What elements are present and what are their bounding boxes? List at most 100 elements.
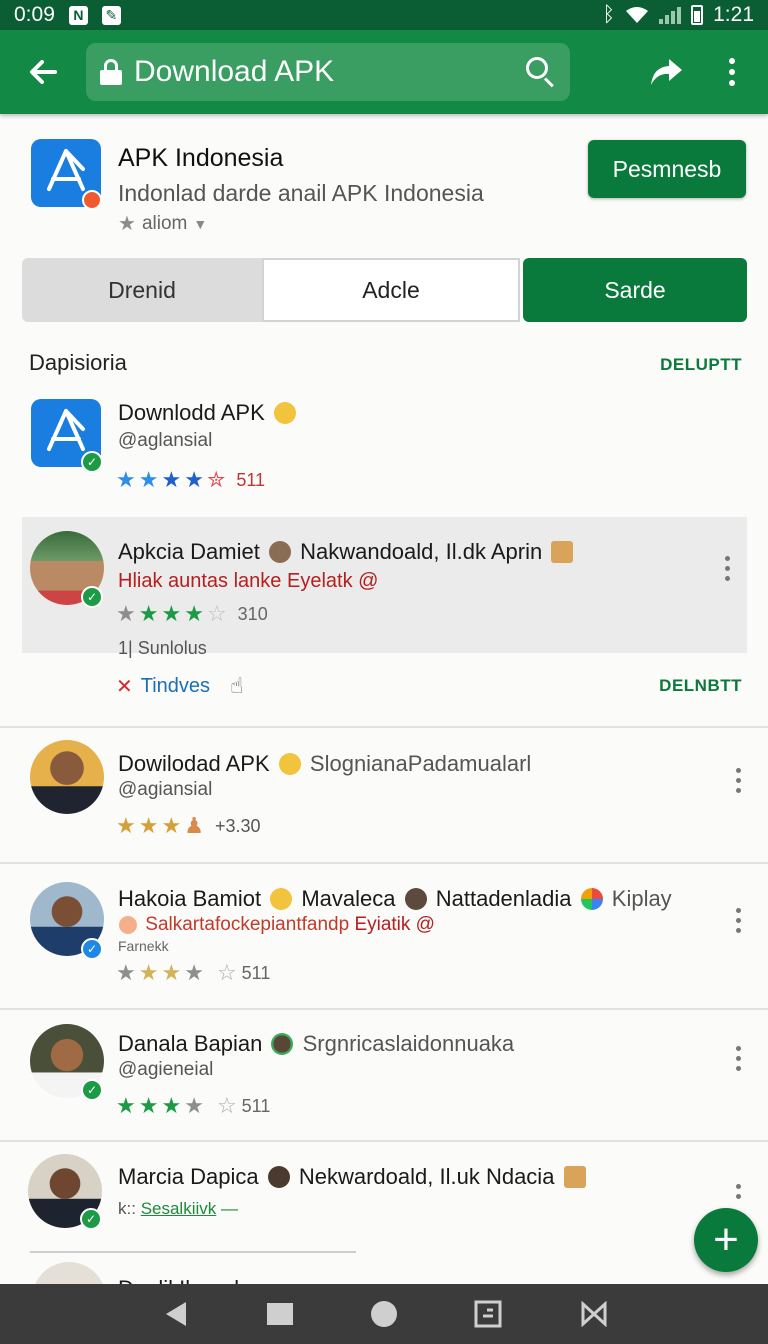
item-2-action-a[interactable]: Tindves bbox=[141, 675, 210, 698]
item-1-handle: @aglansial bbox=[118, 430, 213, 451]
circle-icon bbox=[371, 1301, 397, 1327]
user-avatar-icon bbox=[404, 888, 427, 910]
smile-emoji-icon bbox=[270, 888, 293, 910]
square-icon bbox=[267, 1303, 293, 1325]
thumbs-up-icon[interactable]: ☝ bbox=[230, 673, 243, 699]
star-icon: ★ bbox=[161, 601, 185, 626]
item-4-title-extra-3: Kiplay bbox=[611, 886, 672, 911]
item-6-meta: k:: bbox=[118, 1199, 136, 1218]
star-icon: ★ bbox=[116, 467, 139, 492]
star-icon: ★ bbox=[138, 813, 162, 838]
segment-1[interactable]: Drenid bbox=[22, 258, 262, 322]
item-5-title-extra: Srgnricaslaidonnuaka bbox=[302, 1031, 515, 1056]
status-time-left: 0:09 bbox=[14, 3, 55, 26]
star-icon: ★ bbox=[138, 1093, 162, 1118]
partial-divider bbox=[30, 1251, 356, 1253]
close-icon[interactable]: ✕ bbox=[116, 674, 133, 699]
nav-extra-button[interactable] bbox=[564, 1284, 624, 1344]
verified-badge-icon: ✓ bbox=[81, 451, 103, 473]
search-query[interactable]: Download APK bbox=[134, 55, 526, 89]
gift-emoji-icon bbox=[563, 1166, 586, 1188]
share-button[interactable] bbox=[640, 46, 692, 98]
item-2-title: Apkcia Damiet Nakwandoald, Il.dk Aprin bbox=[118, 539, 576, 565]
item-4-title-text: Hakoia Bamiot bbox=[118, 886, 262, 911]
star-icon: ★ bbox=[184, 960, 207, 985]
status-bar: 0:09 N ✎ ᛒ 1:21 bbox=[0, 0, 768, 30]
wifi-icon bbox=[626, 7, 649, 23]
segment-3-active[interactable]: Sarde bbox=[523, 258, 747, 322]
divider bbox=[0, 862, 768, 864]
flower-icon bbox=[580, 888, 603, 910]
smile-emoji-icon bbox=[273, 402, 296, 424]
item-4-title-extra-2: Nattadenladia bbox=[435, 886, 572, 911]
smile-emoji-icon bbox=[278, 753, 301, 775]
item-5-menu-button[interactable] bbox=[728, 1038, 748, 1078]
item-5-title-text: Danala Bapian bbox=[118, 1031, 263, 1056]
item-1-title: Downlodd APK bbox=[118, 400, 299, 426]
back-arrow-icon bbox=[30, 60, 57, 84]
item-6-menu-button[interactable] bbox=[728, 1176, 748, 1206]
item-1-title-text: Downlodd APK bbox=[118, 400, 265, 425]
pin-icon: ♟ bbox=[184, 813, 207, 838]
app-meta-text: aliom bbox=[141, 212, 188, 234]
item-4-title-extra-1: Mavaleca bbox=[301, 886, 396, 911]
overflow-menu-button[interactable] bbox=[712, 46, 752, 98]
item-2-menu-button[interactable] bbox=[717, 548, 737, 588]
item-1-rating-count: 511 bbox=[236, 469, 266, 490]
star-outline-icon: ☆ bbox=[216, 1093, 240, 1118]
segment-2[interactable]: Adcle bbox=[262, 258, 520, 322]
search-icon[interactable] bbox=[526, 57, 556, 88]
item-5-rating-count: 511 bbox=[241, 1095, 271, 1116]
item-4-subtitle-a: Salkartafockepiantfandp bbox=[145, 914, 350, 935]
star-outline-icon: ☆ bbox=[216, 960, 240, 985]
add-fab-button[interactable]: + bbox=[694, 1208, 758, 1272]
item-4-subtitle: Salkartafockepiantfandp Eyiatik @ bbox=[116, 914, 435, 936]
primary-action-button[interactable]: Pesmnesb bbox=[588, 140, 746, 198]
bluetooth-icon: ᛒ bbox=[602, 3, 616, 26]
item-3-avatar[interactable] bbox=[30, 740, 104, 814]
item-2-rating-count: 310 bbox=[237, 603, 268, 624]
item-6-sub: k:: Sesalkiivk — bbox=[118, 1199, 238, 1219]
star-icon: ★ bbox=[116, 1093, 139, 1118]
user-avatar-icon bbox=[267, 1166, 290, 1188]
item-2-action-right[interactable]: DELNBTT bbox=[659, 676, 742, 696]
star-icon: ★ bbox=[138, 467, 162, 492]
nav-back-button[interactable] bbox=[146, 1284, 206, 1344]
item-5-title: Danala Bapian Srgnricaslaidonnuaka bbox=[118, 1031, 514, 1057]
back-button[interactable] bbox=[0, 30, 86, 114]
star-outline-icon: ☆ bbox=[206, 601, 230, 626]
lock-icon bbox=[100, 59, 122, 85]
nav-home-button[interactable] bbox=[354, 1284, 414, 1344]
item-6-title-extra: Nekwardoald, Il.uk Ndacia bbox=[298, 1164, 555, 1189]
verified-badge-icon: ✓ bbox=[81, 938, 103, 960]
star-icon: ★ bbox=[184, 1093, 207, 1118]
item-4-menu-button[interactable] bbox=[728, 900, 748, 940]
star-icon: ★ bbox=[118, 213, 136, 235]
star-icon: ★ bbox=[138, 960, 162, 985]
item-3-rating: ★ ★ ★ ♟ +3.30 bbox=[116, 813, 260, 839]
divider bbox=[0, 1140, 768, 1142]
nav-square-button[interactable] bbox=[250, 1284, 310, 1344]
divider bbox=[0, 1008, 768, 1010]
star-icon: ★ bbox=[116, 813, 139, 838]
search-bar[interactable]: Download APK bbox=[86, 43, 570, 101]
nav-recents-button[interactable] bbox=[458, 1284, 518, 1344]
item-5-handle: @agieneial bbox=[118, 1059, 214, 1080]
badge-dot-icon bbox=[82, 190, 102, 210]
item-2-title-text: Apkcia Damiet bbox=[118, 539, 260, 564]
star-icon: ★ bbox=[161, 813, 185, 838]
section-action-link[interactable]: DELUPTT bbox=[660, 355, 742, 375]
item-2-title-extra: Nakwandoald, Il.dk Aprin bbox=[300, 539, 543, 564]
item-6-link[interactable]: Sesalkiivk bbox=[141, 1199, 217, 1218]
star-icon: ★ bbox=[161, 467, 185, 492]
item-5-rating: ★ ★ ★ ★ ☆ 511 bbox=[116, 1093, 270, 1119]
triangle-back-icon bbox=[166, 1302, 186, 1326]
plus-icon: + bbox=[713, 1215, 739, 1264]
star-icon: ★ bbox=[138, 601, 162, 626]
app-meta[interactable]: ★ aliom ▼ bbox=[118, 211, 207, 236]
item-3-menu-button[interactable] bbox=[728, 760, 748, 800]
gift-emoji-icon bbox=[551, 541, 574, 563]
user-avatar-icon bbox=[271, 1033, 294, 1055]
item-2-subtitle-b: Eyelatk @ bbox=[287, 570, 379, 592]
app-title: APK Indonesia bbox=[118, 144, 284, 172]
